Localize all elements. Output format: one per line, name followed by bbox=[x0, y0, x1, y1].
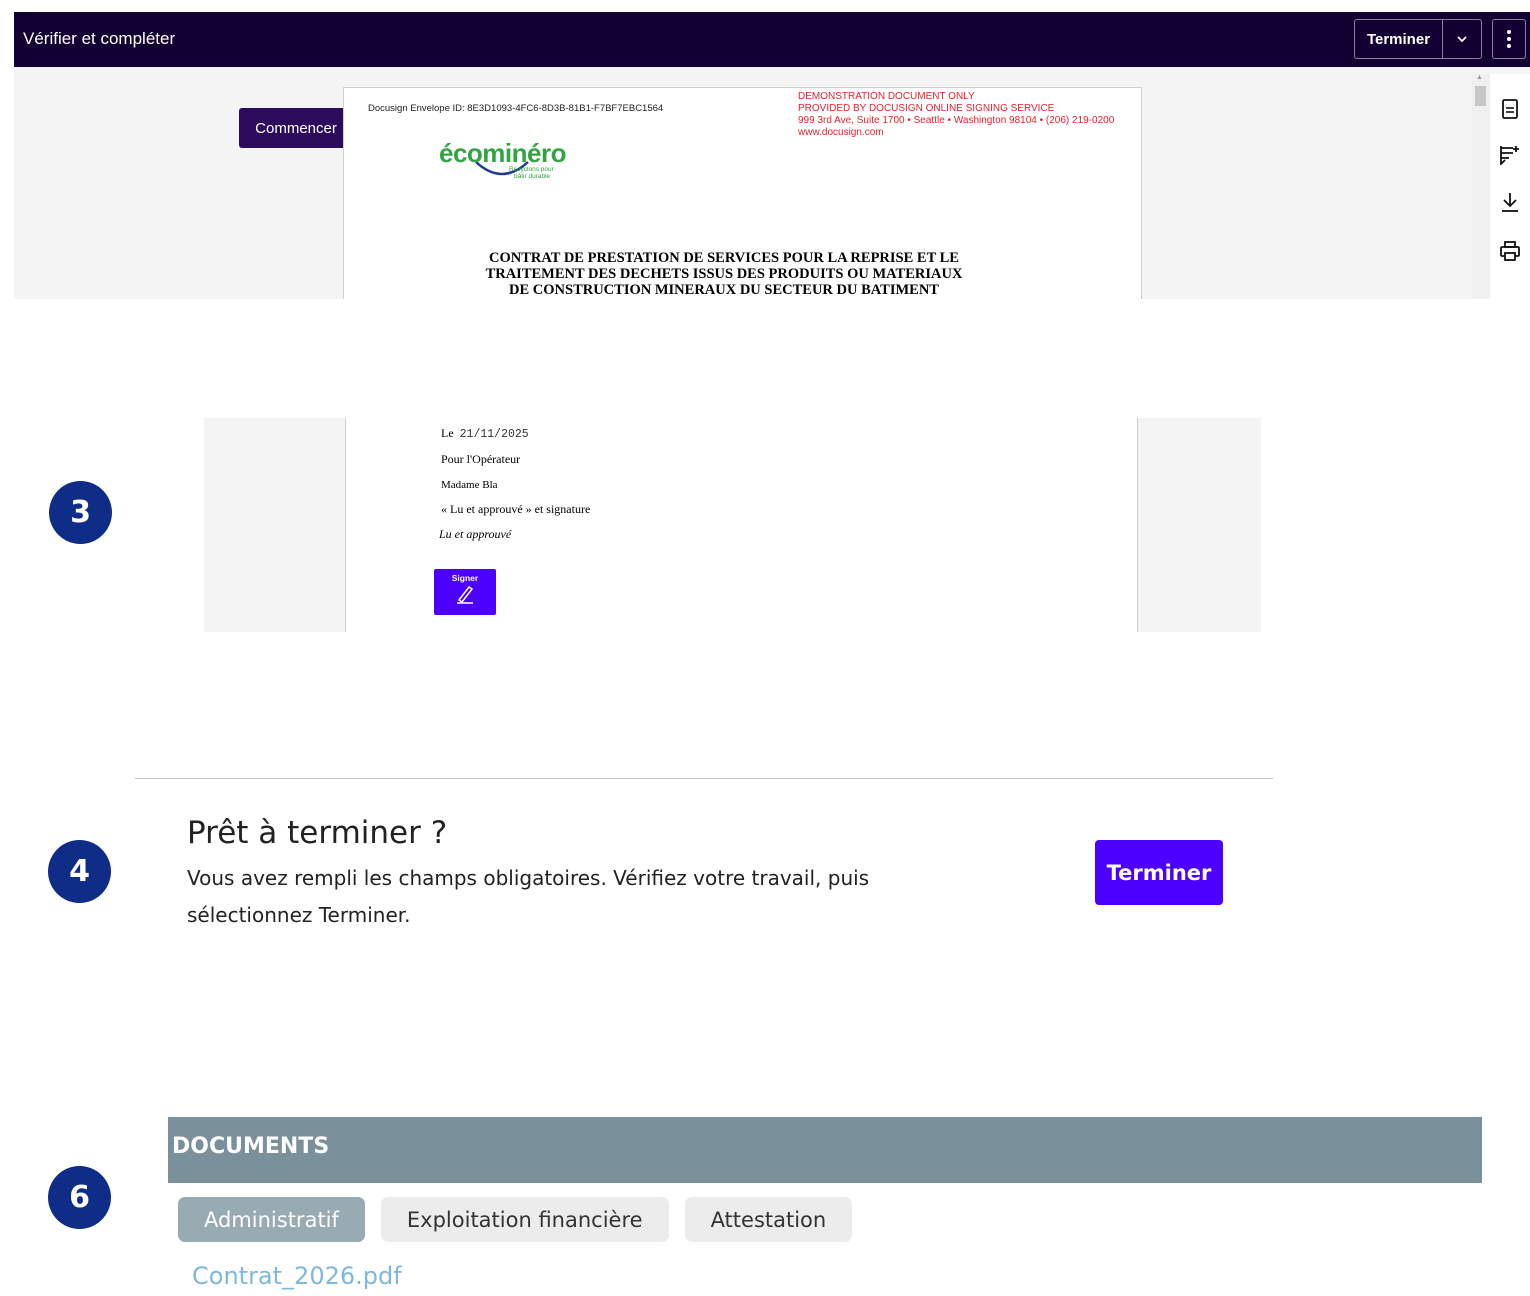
comment-add-icon[interactable] bbox=[1490, 140, 1530, 170]
contract-title-line: CONTRAT DE PRESTATION DE SERVICES POUR L… bbox=[489, 250, 959, 266]
tab-administratif[interactable]: Administratif bbox=[178, 1197, 365, 1242]
signature-section: Le 21/11/2025 Pour l'Opérateur Madame Bla… bbox=[204, 418, 1261, 632]
docusign-viewer: Vérifier et compléter Terminer Commencer… bbox=[14, 12, 1530, 299]
demo-line: 999 3rd Ave, Suite 1700 • Seattle • Wash… bbox=[798, 115, 1115, 126]
logo-tagline: Recyclons pour bâtir durable bbox=[509, 166, 554, 180]
finish-button-main[interactable]: Terminer bbox=[1095, 840, 1223, 905]
sign-button[interactable]: Signer bbox=[434, 569, 496, 615]
approval-text[interactable]: Lu et approuvé bbox=[439, 527, 511, 542]
step-badge-3: 3 bbox=[49, 481, 112, 544]
date-value[interactable]: 21/11/2025 bbox=[460, 428, 529, 441]
more-options-icon[interactable] bbox=[1492, 19, 1526, 59]
viewer-topbar: Vérifier et compléter Terminer bbox=[14, 12, 1530, 67]
scroll-up-icon[interactable]: ▲ bbox=[1476, 74, 1483, 81]
demo-url: www.docusign.com bbox=[798, 127, 884, 138]
contract-title-line: DE CONSTRUCTION MINERAUX DU SECTEUR DU B… bbox=[509, 282, 939, 298]
scrollbar[interactable]: ▲ bbox=[1472, 74, 1490, 299]
date-line: Le 21/11/2025 bbox=[441, 426, 529, 441]
download-icon[interactable] bbox=[1490, 187, 1530, 217]
side-toolbar bbox=[1490, 74, 1530, 299]
date-label: Le bbox=[441, 426, 454, 440]
viewer-title: Vérifier et compléter bbox=[23, 29, 176, 48]
demo-line: PROVIDED BY DOCUSIGN ONLINE SIGNING SERV… bbox=[798, 103, 1055, 114]
sign-label: Signer bbox=[451, 573, 479, 583]
finish-button-group: Terminer bbox=[1354, 19, 1482, 59]
tab-attestation[interactable]: Attestation bbox=[684, 1197, 853, 1242]
approval-instruction: « Lu et approuvé » et signature bbox=[441, 502, 591, 516]
documents-header: DOCUMENTS bbox=[168, 1117, 1482, 1183]
documents-title: DOCUMENTS bbox=[172, 1134, 330, 1159]
contract-title: CONTRAT DE PRESTATION DE SERVICES POUR L… bbox=[374, 250, 1074, 298]
document-icon[interactable] bbox=[1490, 94, 1530, 124]
contract-title-line: TRAITEMENT DES DECHETS ISSUS DES PRODUIT… bbox=[485, 266, 963, 282]
file-link[interactable]: Contrat_2026.pdf bbox=[192, 1262, 402, 1290]
document-page: Docusign Envelope ID: 8E3D1093-4FC6-8D3B… bbox=[343, 87, 1142, 299]
signature-page: Le 21/11/2025 Pour l'Opérateur Madame Bla… bbox=[345, 418, 1138, 632]
signer-name: Madame Bla bbox=[441, 479, 498, 491]
demo-notice: DEMONSTRATION DOCUMENT ONLY PROVIDED BY … bbox=[798, 91, 1114, 139]
ready-title: Prêt à terminer ? bbox=[187, 815, 448, 851]
tab-exploitation-financiere[interactable]: Exploitation financière bbox=[380, 1197, 669, 1242]
company-logo: écominéro bbox=[439, 138, 567, 168]
pen-icon bbox=[457, 585, 474, 604]
start-button[interactable]: Commencer bbox=[239, 108, 353, 148]
finish-button[interactable]: Terminer bbox=[1355, 20, 1443, 58]
scrollbar-thumb[interactable] bbox=[1475, 86, 1486, 106]
envelope-id: Docusign Envelope ID: 8E3D1093-4FC6-8D3B… bbox=[368, 103, 664, 114]
demo-line: DEMONSTRATION DOCUMENT ONLY bbox=[798, 91, 975, 102]
operator-label: Pour l'Opérateur bbox=[441, 452, 521, 466]
logo-tagline-line: Recyclons pour bbox=[509, 166, 554, 173]
chevron-down-icon[interactable] bbox=[1443, 20, 1481, 58]
print-icon[interactable] bbox=[1490, 236, 1530, 266]
step-badge-4: 4 bbox=[48, 840, 111, 903]
document-tabs: Administratif Exploitation financière At… bbox=[178, 1197, 853, 1242]
step-badge-6: 6 bbox=[48, 1166, 111, 1229]
divider bbox=[135, 778, 1273, 779]
ready-text: Vous avez rempli les champs obligatoires… bbox=[187, 866, 870, 927]
logo-tagline-line: bâtir durable bbox=[514, 173, 551, 180]
